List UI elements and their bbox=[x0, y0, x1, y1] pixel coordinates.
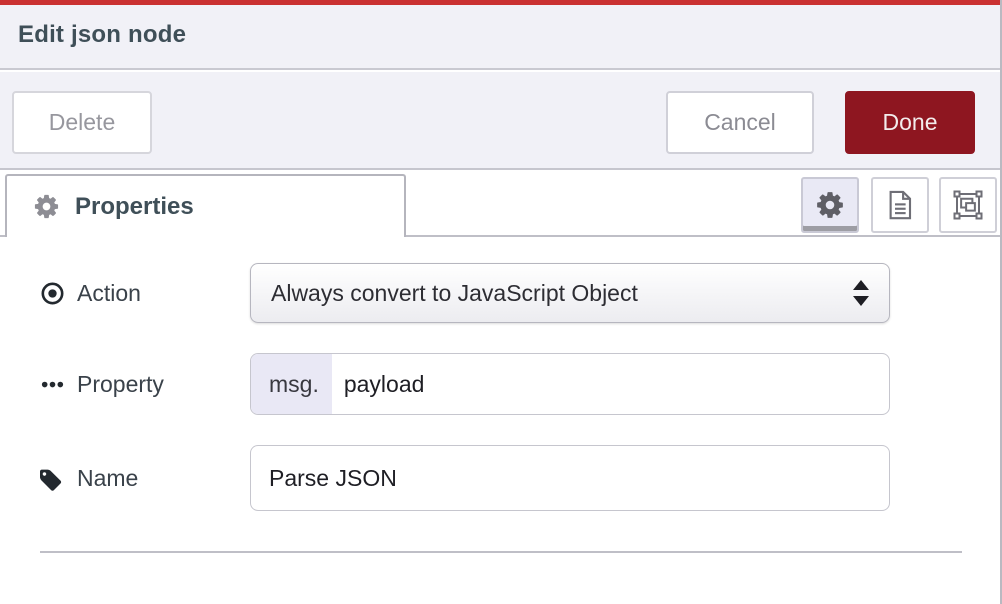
appearance-button[interactable] bbox=[939, 177, 997, 233]
name-input-value: Parse JSON bbox=[269, 465, 397, 492]
cancel-button[interactable]: Cancel bbox=[666, 91, 814, 154]
name-row: Name Parse JSON bbox=[0, 445, 1000, 511]
action-select-value: Always convert to JavaScript Object bbox=[271, 280, 638, 307]
property-label: Property bbox=[40, 353, 164, 415]
property-row: Property msg. payload bbox=[0, 353, 1000, 415]
action-row: Action Always convert to JavaScript Obje… bbox=[0, 263, 1000, 323]
tag-icon bbox=[40, 466, 65, 491]
property-input-value[interactable]: payload bbox=[332, 354, 889, 414]
cog-icon bbox=[815, 190, 845, 220]
action-label: Action bbox=[40, 263, 141, 323]
select-arrows-icon bbox=[853, 280, 869, 306]
tab-properties-label: Properties bbox=[75, 193, 194, 221]
delete-button[interactable]: Delete bbox=[12, 91, 152, 154]
action-select[interactable]: Always convert to JavaScript Object bbox=[250, 263, 890, 323]
cog-icon bbox=[33, 193, 60, 220]
tab-properties[interactable]: Properties bbox=[5, 174, 406, 237]
node-settings-button[interactable] bbox=[801, 177, 859, 233]
tab-bar: Properties bbox=[0, 170, 1000, 237]
msg-prefix-badge[interactable]: msg. bbox=[251, 354, 332, 414]
edit-json-node-dialog: Edit json node Delete Cancel Done Proper… bbox=[0, 0, 1002, 604]
dot-circle-icon bbox=[40, 281, 65, 306]
property-input[interactable]: msg. payload bbox=[250, 353, 890, 415]
file-icon bbox=[885, 190, 915, 220]
description-button[interactable] bbox=[871, 177, 929, 233]
name-label: Name bbox=[40, 445, 138, 511]
ellipsis-icon bbox=[40, 372, 65, 397]
dialog-title: Edit json node bbox=[18, 21, 186, 49]
appearance-icon bbox=[953, 190, 983, 220]
done-button[interactable]: Done bbox=[845, 91, 975, 154]
name-input[interactable]: Parse JSON bbox=[250, 445, 890, 511]
dialog-toolbar: Delete Cancel Done bbox=[0, 72, 1000, 170]
section-divider bbox=[40, 551, 962, 553]
dialog-header: Edit json node bbox=[0, 5, 1000, 70]
